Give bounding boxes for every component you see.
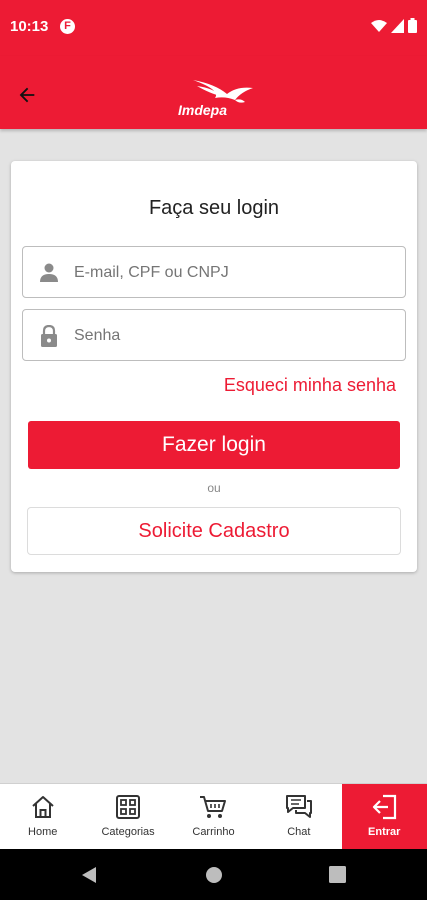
nav-label-entrar: Entrar <box>368 826 401 838</box>
or-divider-text: ou <box>207 481 221 495</box>
password-field[interactable] <box>22 309 406 361</box>
nav-item-chat[interactable]: Chat <box>256 784 341 849</box>
nav-item-carrinho[interactable]: Carrinho <box>171 784 256 849</box>
register-button[interactable]: Solicite Cadastro <box>27 507 401 555</box>
notification-app-icon: F <box>60 19 75 34</box>
recents-square-icon[interactable] <box>329 866 346 883</box>
lock-icon <box>41 325 57 347</box>
wifi-icon <box>371 19 387 32</box>
grid-icon <box>116 795 141 819</box>
chat-icon <box>285 795 312 818</box>
system-nav-bar <box>0 849 427 900</box>
nav-label-categorias: Categorias <box>101 826 155 838</box>
login-icon <box>373 794 397 820</box>
nav-label-chat: Chat <box>287 826 311 838</box>
login-title: Faça seu login <box>148 197 280 219</box>
signal-icon <box>391 18 404 33</box>
password-input[interactable] <box>74 318 394 354</box>
back-triangle-icon[interactable] <box>80 866 98 884</box>
nav-item-categorias[interactable]: Categorias <box>85 784 170 849</box>
back-button[interactable] <box>16 84 46 112</box>
arrow-left-icon <box>19 87 35 103</box>
status-bar: 10:13 F <box>0 0 427 56</box>
nav-item-entrar[interactable]: Entrar <box>341 784 427 849</box>
home-icon <box>32 796 54 818</box>
home-circle-icon[interactable] <box>205 866 223 884</box>
status-time: 10:13 <box>10 18 49 35</box>
logo-text: Imdepa <box>178 102 228 118</box>
person-icon <box>40 263 58 282</box>
nav-item-home[interactable]: Home <box>0 784 85 849</box>
login-card: Faça seu login Esqueci minha senha Fazer… <box>11 161 417 572</box>
nav-label-carrinho: Carrinho <box>192 826 235 838</box>
battery-icon <box>408 18 417 33</box>
status-icons <box>371 18 417 33</box>
cart-icon <box>200 796 227 818</box>
imdepa-logo: Imdepa <box>175 76 255 120</box>
forgot-password-link[interactable]: Esqueci minha senha <box>224 375 396 396</box>
bottom-nav: Home Categorias Carrinho Chat Entrar <box>0 783 427 849</box>
login-button[interactable]: Fazer login <box>28 421 400 469</box>
email-field[interactable] <box>22 246 406 298</box>
email-input[interactable] <box>74 255 394 291</box>
nav-label-home: Home <box>28 826 58 838</box>
app-bar: Imdepa <box>0 56 427 129</box>
